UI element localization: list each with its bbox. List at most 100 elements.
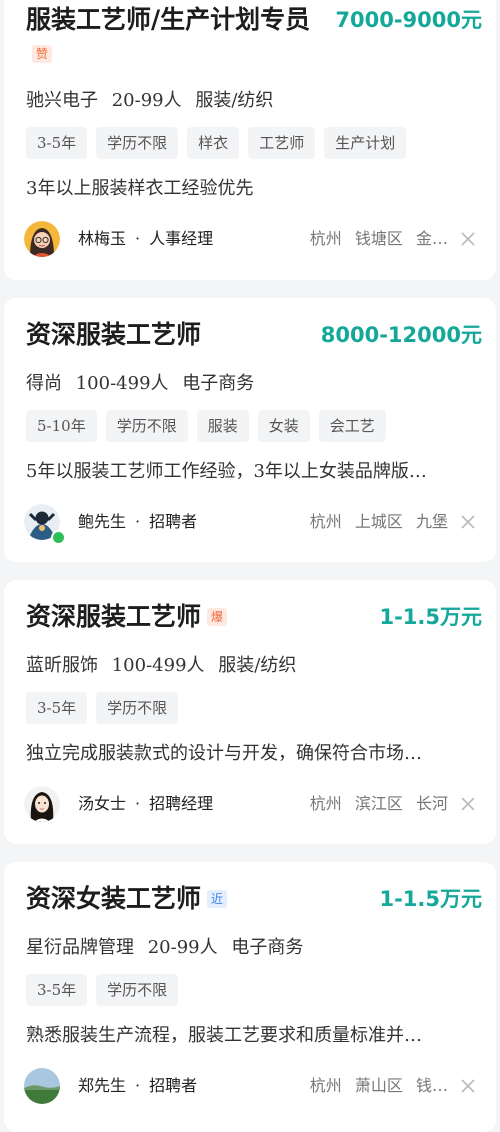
tag-list: 3-5年 学历不限 样衣 工艺师 生产计划 — [26, 127, 407, 159]
recruiter-name: 林梅玉 — [78, 229, 127, 248]
job-card[interactable]: 资深服装工艺师爆 1-1.5万元 蓝昕服饰 100-499人 服装/纺织 3-5… — [4, 580, 496, 844]
job-title-text[interactable]: 资深女装工艺师 — [26, 884, 201, 913]
recruiter-info: 林梅玉 · 人事经理 — [78, 221, 213, 257]
tag: 3-5年 — [26, 127, 88, 159]
job-card[interactable]: 服装工艺师/生产计划专员赞 7000-9000元 驰兴电子 20-99人 服装/… — [4, 0, 496, 280]
tag: 学历不限 — [105, 410, 188, 442]
close-icon[interactable] — [458, 1076, 478, 1096]
company-name: 星衍品牌管理 — [26, 937, 134, 958]
tag: 工艺师 — [248, 127, 316, 159]
company-size: 100-499人 — [111, 655, 205, 676]
separator-dot: · — [135, 794, 141, 813]
salary: 1-1.5万元 — [379, 887, 482, 911]
company-info[interactable]: 星衍品牌管理 20-99人 电子商务 — [26, 933, 303, 959]
close-icon[interactable] — [458, 512, 478, 532]
tag: 生产计划 — [324, 127, 407, 159]
district: 上城区 — [354, 512, 403, 531]
company-name: 驰兴电子 — [26, 90, 98, 111]
recruiter-role: 招聘者 — [149, 512, 198, 531]
recruiter-role: 招聘者 — [149, 1076, 198, 1095]
recruiter-row[interactable]: 汤女士 · 招聘经理 杭州 滨江区 长河 — [24, 786, 480, 822]
recruiter-name: 鲍先生 — [78, 512, 127, 531]
tag-list: 5-10年 学历不限 服装 女装 会工艺 — [26, 410, 386, 442]
tag-list: 3-5年 学历不限 — [26, 974, 179, 1006]
recruiter-role: 人事经理 — [149, 229, 214, 248]
tag: 3-5年 — [26, 692, 88, 724]
company-industry: 电子商务 — [231, 937, 304, 958]
job-location: 杭州 上城区 九堡 — [310, 504, 448, 540]
job-badge: 近 — [207, 889, 228, 908]
tag: 女装 — [257, 410, 310, 442]
city: 杭州 — [309, 794, 342, 813]
salary: 1-1.5万元 — [379, 605, 482, 629]
company-size: 20-99人 — [147, 937, 218, 958]
separator-dot: · — [135, 512, 141, 531]
district: 滨江区 — [354, 794, 403, 813]
job-title-text[interactable]: 服装工艺师/生产计划专员 — [26, 5, 310, 34]
close-icon[interactable] — [458, 794, 478, 814]
job-title[interactable]: 服装工艺师/生产计划专员赞 — [26, 3, 316, 71]
tag: 学历不限 — [96, 974, 179, 1006]
company-info[interactable]: 驰兴电子 20-99人 服装/纺织 — [26, 86, 273, 112]
job-card[interactable]: 资深服装工艺师 8000-12000元 得尚 100-499人 电子商务 5-1… — [4, 298, 496, 562]
area: 钱… — [415, 1076, 448, 1095]
company-info[interactable]: 蓝昕服饰 100-499人 服装/纺织 — [26, 651, 296, 677]
tag-list: 3-5年 学历不限 — [26, 692, 179, 724]
job-location: 杭州 滨江区 长河 — [310, 786, 448, 822]
woman-glasses-avatar — [24, 221, 60, 257]
city: 杭州 — [309, 1076, 342, 1095]
company-info[interactable]: 得尚 100-499人 电子商务 — [26, 369, 254, 395]
separator-dot: · — [135, 1076, 141, 1095]
job-badge: 爆 — [207, 607, 228, 626]
tag: 会工艺 — [318, 410, 386, 442]
company-size: 100-499人 — [75, 373, 169, 394]
woman-portrait-avatar — [24, 786, 60, 822]
area: 长河 — [415, 794, 448, 813]
job-badge: 赞 — [32, 44, 53, 63]
salary: 8000-12000元 — [320, 323, 482, 347]
district: 钱塘区 — [354, 229, 403, 248]
job-title-text[interactable]: 资深服装工艺师 — [26, 602, 201, 631]
recruiter-row[interactable]: 鲍先生 · 招聘者 杭州 上城区 九堡 — [24, 504, 480, 545]
recruiter-role: 招聘经理 — [149, 794, 214, 813]
company-industry: 服装/纺织 — [218, 655, 297, 676]
recruiter-row[interactable]: 郑先生 · 招聘者 杭州 萧山区 钱… — [24, 1068, 480, 1104]
job-list: 服装工艺师/生产计划专员赞 7000-9000元 驰兴电子 20-99人 服装/… — [0, 0, 500, 1132]
company-name: 蓝昕服饰 — [26, 655, 98, 676]
district: 萧山区 — [354, 1076, 403, 1095]
tag: 3-5年 — [26, 974, 88, 1006]
area: 九堡 — [415, 512, 448, 531]
job-location: 杭州 钱塘区 金… — [310, 221, 448, 257]
salary: 7000-9000元 — [335, 8, 482, 32]
job-description: 3年以上服装样衣工经验优先 — [26, 178, 254, 199]
recruiter-name: 汤女士 — [78, 794, 127, 813]
recruiter-row[interactable]: 林梅玉 · 人事经理 杭州 钱塘区 金… — [24, 221, 480, 257]
recruiter-info: 汤女士 · 招聘经理 — [78, 786, 213, 822]
job-description: 独立完成服装款式的设计与开发，确保符合市场… — [26, 743, 422, 764]
city: 杭州 — [309, 512, 342, 531]
tag: 学历不限 — [96, 127, 179, 159]
company-name: 得尚 — [26, 373, 62, 394]
tag: 服装 — [196, 410, 249, 442]
job-title-text[interactable]: 资深服装工艺师 — [26, 320, 201, 349]
tag: 样衣 — [187, 127, 240, 159]
job-card[interactable]: 资深女装工艺师近 1-1.5万元 星衍品牌管理 20-99人 电子商务 3-5年… — [4, 862, 496, 1132]
recruiter-info: 鲍先生 · 招聘者 — [78, 504, 197, 540]
job-title[interactable]: 资深服装工艺师爆 — [26, 600, 316, 634]
company-size: 20-99人 — [111, 90, 182, 111]
job-title[interactable]: 资深女装工艺师近 — [26, 882, 316, 916]
landscape-avatar — [24, 1068, 60, 1104]
recruiter-name: 郑先生 — [78, 1076, 127, 1095]
close-icon[interactable] — [458, 229, 478, 249]
separator-dot: · — [135, 229, 141, 248]
online-status-dot — [51, 530, 66, 545]
company-industry: 服装/纺织 — [195, 90, 274, 111]
job-description: 熟悉服装生产流程，服装工艺要求和质量标准并… — [26, 1025, 422, 1046]
tag: 5-10年 — [26, 410, 97, 442]
city: 杭州 — [309, 229, 342, 248]
company-industry: 电子商务 — [182, 373, 255, 394]
job-title[interactable]: 资深服装工艺师 — [26, 318, 316, 352]
area: 金… — [415, 229, 448, 248]
tag: 学历不限 — [96, 692, 179, 724]
job-description: 5年以服装工艺师工作经验，3年以上女装品牌版… — [26, 461, 427, 482]
